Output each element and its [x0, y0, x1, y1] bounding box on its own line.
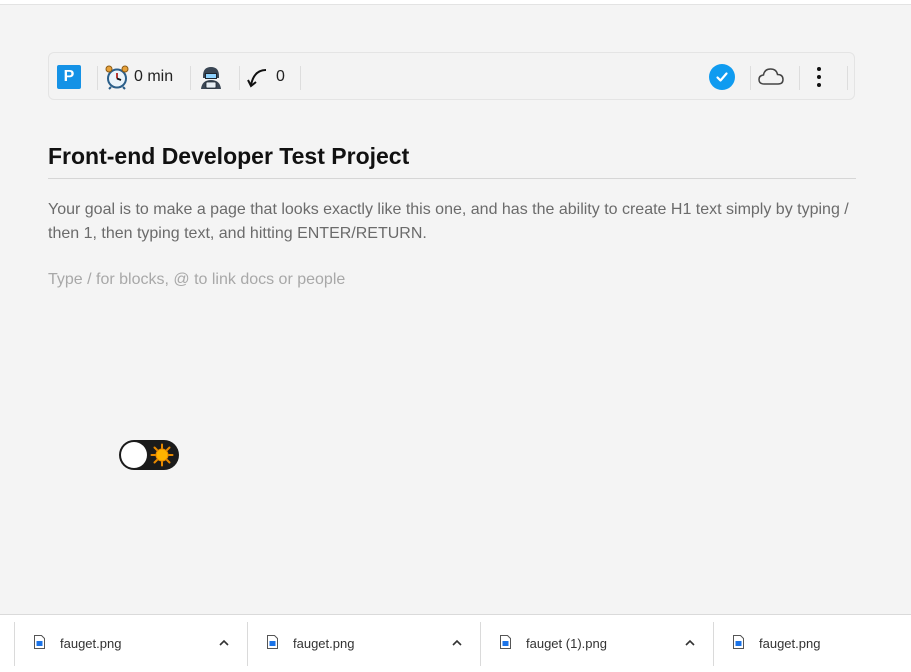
download-item[interactable]: fauget.png [248, 615, 480, 672]
chevron-up-icon[interactable] [450, 635, 464, 651]
alarm-clock-icon [105, 65, 129, 90]
project-badge: P [57, 65, 81, 89]
block-input-placeholder[interactable]: Type / for blocks, @ to link docs or peo… [48, 268, 856, 292]
status-check-button[interactable] [709, 53, 735, 101]
avatar-button[interactable] [198, 53, 224, 101]
undo-button[interactable]: 0 [246, 53, 285, 101]
file-icon [267, 635, 278, 649]
toolbar-divider [300, 66, 301, 90]
download-item[interactable]: fauget.png [714, 615, 911, 672]
check-circle-icon [709, 64, 735, 90]
download-filename: fauget.png [759, 636, 821, 651]
more-menu-button[interactable] [813, 53, 825, 101]
cloud-sync-button[interactable] [757, 53, 785, 101]
hacker-avatar-icon [201, 67, 221, 89]
sun-icon [150, 443, 174, 467]
theme-toggle[interactable] [119, 440, 179, 470]
download-filename: fauget.png [60, 636, 122, 651]
download-filename: fauget.png [293, 636, 355, 651]
file-icon [733, 635, 744, 649]
toolbar-divider [750, 66, 751, 90]
curved-arrow-icon [247, 69, 267, 88]
file-icon [500, 635, 511, 649]
toolbar-divider [97, 66, 98, 90]
download-filename: fauget (1).png [526, 636, 607, 651]
download-item[interactable]: fauget (1).png [481, 615, 713, 672]
kebab-menu-icon [813, 63, 825, 91]
toolbar-divider [799, 66, 800, 90]
toolbar-divider [239, 66, 240, 90]
page-description[interactable]: Your goal is to make a page that looks e… [48, 198, 856, 246]
download-item[interactable]: fauget.png [15, 615, 247, 672]
toggle-knob [121, 442, 147, 468]
timer-label: 0 min [134, 68, 174, 85]
file-icon [34, 635, 45, 649]
toolbar-divider [847, 66, 848, 90]
page-title[interactable]: Front-end Developer Test Project [48, 143, 856, 179]
editor-toolbar: P 0 min 0 [48, 52, 855, 100]
undo-count: 0 [276, 68, 285, 85]
project-badge-button[interactable]: P [57, 53, 81, 101]
timer-button[interactable]: 0 min [104, 53, 173, 101]
browser-top-edge [0, 0, 911, 5]
download-bar: fauget.png fauget.png fauget (1).png fau… [0, 614, 911, 672]
chevron-up-icon[interactable] [683, 635, 697, 651]
toolbar-divider [190, 66, 191, 90]
cloud-icon [758, 68, 784, 85]
chevron-up-icon[interactable] [217, 635, 231, 651]
